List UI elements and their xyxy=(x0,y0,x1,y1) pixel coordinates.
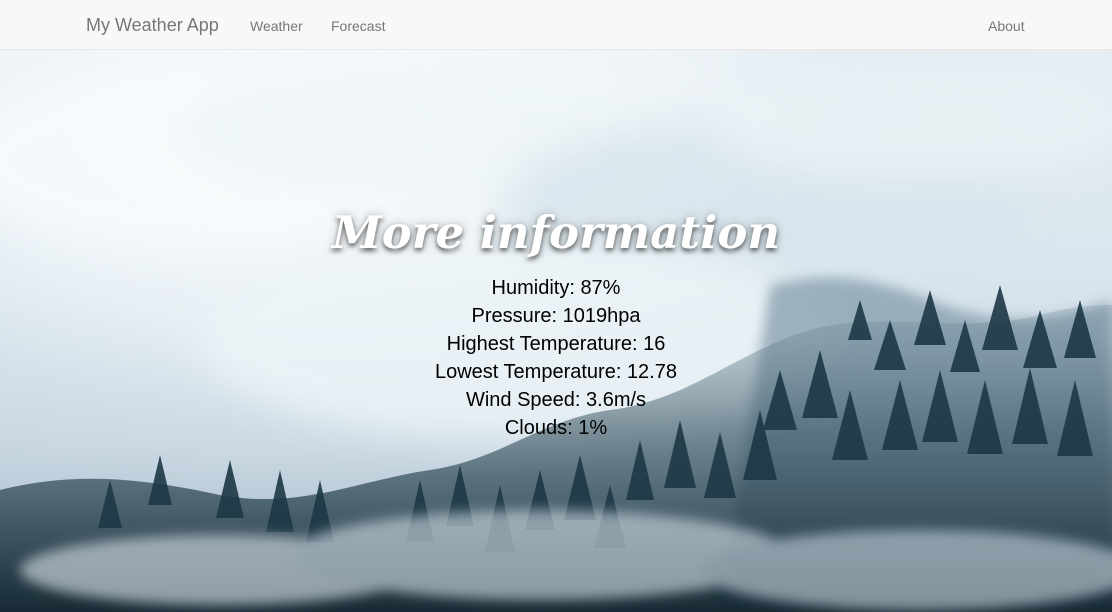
clouds-value: Clouds: 1% xyxy=(504,417,608,439)
nav-link-forecast[interactable]: Forecast xyxy=(331,17,385,35)
nav-link-about[interactable]: About xyxy=(988,17,1025,35)
nav-link-weather[interactable]: Weather xyxy=(250,17,303,35)
lowest-temperature-value: Lowest Temperature: 12.78 xyxy=(434,361,677,383)
details-list: Humidity: 87% Pressure: 1019hpa Highest … xyxy=(0,274,1112,442)
highest-temperature-value: Highest Temperature: 16 xyxy=(446,333,666,355)
humidity-value: Humidity: 87% xyxy=(491,277,621,299)
weather-details-panel: More information Humidity: 87% Pressure:… xyxy=(0,198,1112,442)
brand-link[interactable]: My Weather App xyxy=(86,14,219,36)
page-title: More information xyxy=(331,206,781,259)
hero-section: More information Humidity: 87% Pressure:… xyxy=(0,50,1112,612)
pressure-value: Pressure: 1019hpa xyxy=(471,305,641,327)
top-navbar: My Weather App Weather Forecast About xyxy=(0,0,1112,50)
wind-speed-value: Wind Speed: 3.6m/s xyxy=(465,389,647,411)
